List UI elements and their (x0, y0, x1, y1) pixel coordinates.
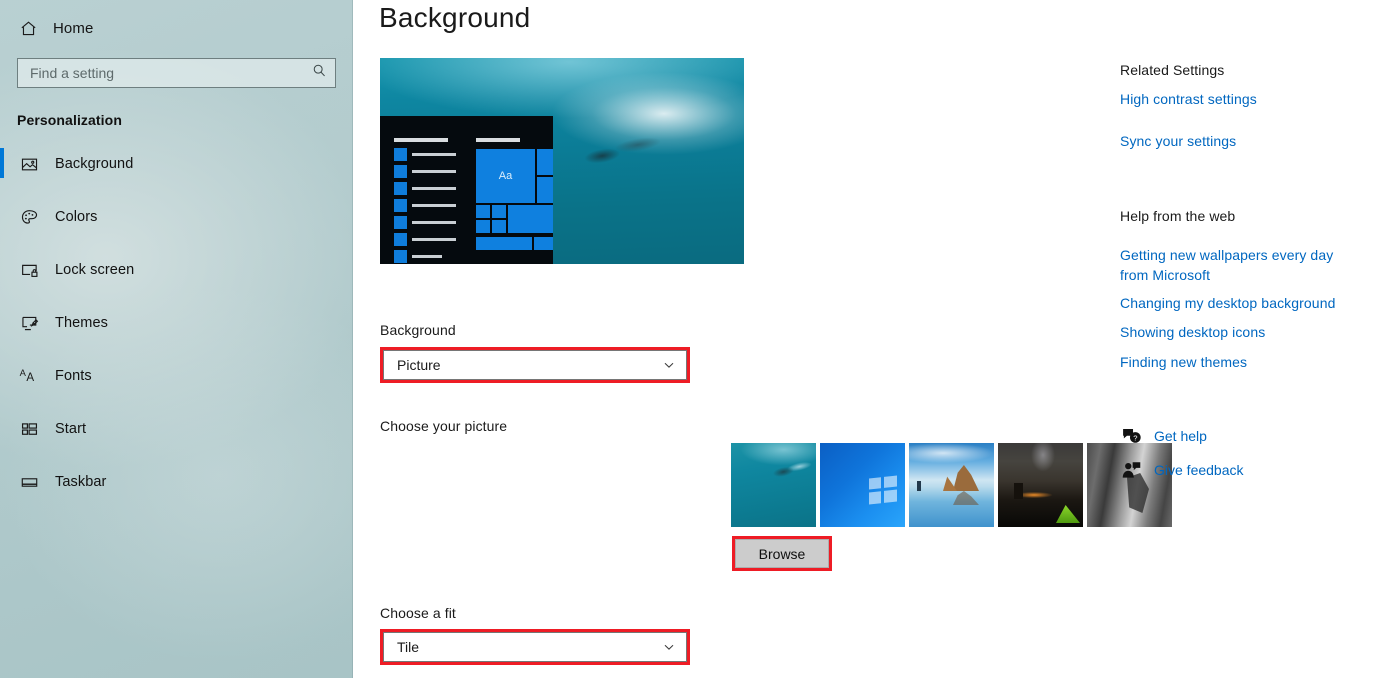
sidebar-item-themes[interactable]: Themes (0, 303, 353, 343)
choose-fit-label: Choose a fit (380, 605, 456, 621)
related-settings-title: Related Settings (1120, 62, 1225, 78)
choose-picture-label: Choose your picture (380, 418, 508, 434)
chevron-down-icon (662, 358, 676, 372)
desktop-preview: Aa (380, 58, 744, 264)
sidebar-item-start[interactable]: Start (0, 409, 353, 449)
taskbar-icon (19, 472, 39, 492)
lock-screen-icon (19, 260, 39, 280)
give-feedback-icon (1120, 459, 1142, 481)
sidebar-item-lock-screen[interactable]: Lock screen (0, 250, 353, 290)
sidebar-item-label: Fonts (55, 368, 92, 384)
sidebar-section-title: Personalization (17, 112, 122, 128)
fit-dropdown[interactable]: Tile (383, 632, 687, 662)
search-box[interactable] (17, 58, 336, 88)
background-label: Background (380, 322, 456, 338)
preview-start-menu: Aa (380, 116, 553, 264)
thumbnail-windows-logo-blue[interactable] (820, 443, 905, 527)
themes-icon (19, 313, 39, 333)
link-high-contrast-settings[interactable]: High contrast settings (1120, 91, 1257, 107)
get-help-icon: ? (1120, 425, 1142, 447)
picture-thumbnail-list (731, 443, 1172, 527)
link-finding-new-themes[interactable]: Finding new themes (1120, 354, 1247, 370)
palette-icon (19, 207, 39, 227)
start-icon (19, 419, 39, 439)
preview-start-applist (394, 138, 460, 264)
thumbnail-underwater-swimmer[interactable] (731, 443, 816, 527)
thumbnail-night-camp-tent[interactable] (998, 443, 1083, 527)
link-changing-desktop-background[interactable]: Changing my desktop background (1120, 295, 1335, 311)
fonts-icon: A A (19, 366, 39, 386)
fit-value: Tile (397, 639, 420, 655)
sidebar-home[interactable]: Home (0, 11, 353, 45)
browse-button[interactable]: Browse (735, 539, 829, 568)
give-feedback-label: Give feedback (1154, 462, 1244, 478)
get-help-label: Get help (1154, 428, 1207, 444)
sidebar: Home Personalization (0, 0, 353, 678)
give-feedback-action[interactable]: Give feedback (1120, 459, 1244, 481)
sidebar-item-label: Lock screen (55, 262, 135, 278)
sidebar-item-label: Start (55, 421, 87, 437)
thumbnail-beach-rocks[interactable] (909, 443, 994, 527)
svg-text:?: ? (1133, 433, 1137, 442)
sidebar-item-label: Taskbar (55, 474, 107, 490)
picture-icon (19, 154, 39, 174)
page-title: Background (379, 2, 531, 33)
sidebar-item-label: Themes (55, 315, 108, 331)
svg-text:A: A (26, 371, 34, 384)
preview-start-tiles: Aa (476, 138, 553, 253)
sidebar-item-colors[interactable]: Colors (0, 197, 353, 237)
background-type-value: Picture (397, 357, 441, 373)
sidebar-home-label: Home (53, 19, 94, 37)
sidebar-item-label: Background (55, 156, 134, 172)
search-icon[interactable] (312, 63, 327, 83)
link-getting-new-wallpapers[interactable]: Getting new wallpapers every day from Mi… (1120, 245, 1360, 285)
home-icon (19, 19, 38, 38)
background-type-dropdown[interactable]: Picture (383, 350, 687, 380)
get-help-action[interactable]: ? Get help (1120, 425, 1207, 447)
right-panel: Related Settings High contrast settings … (1120, 0, 1385, 678)
link-sync-your-settings[interactable]: Sync your settings (1120, 133, 1236, 149)
preview-tile-aa: Aa (476, 149, 535, 203)
sidebar-item-taskbar[interactable]: Taskbar (0, 462, 353, 502)
sidebar-item-label: Colors (55, 209, 98, 225)
settings-window: Home Personalization (0, 0, 1385, 678)
help-from-web-title: Help from the web (1120, 208, 1236, 224)
sidebar-nav: Background Colors Lock screen Themes A A… (0, 144, 353, 502)
chevron-down-icon (662, 640, 676, 654)
sidebar-item-background[interactable]: Background (0, 144, 353, 184)
link-showing-desktop-icons[interactable]: Showing desktop icons (1120, 324, 1265, 340)
sidebar-item-fonts[interactable]: A A Fonts (0, 356, 353, 396)
search-input[interactable] (30, 59, 312, 87)
